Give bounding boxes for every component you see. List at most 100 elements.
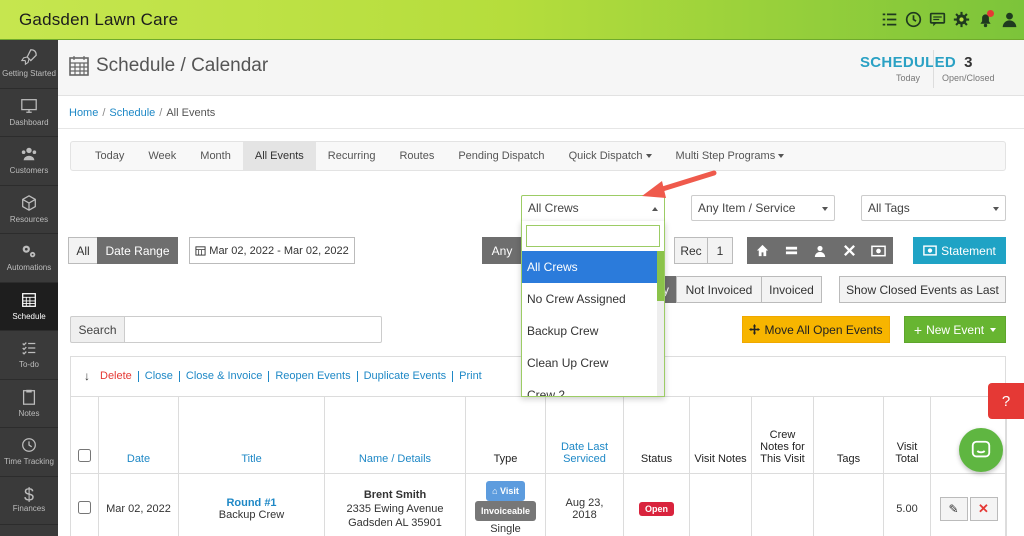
select-all-checkbox[interactable] [78,449,91,462]
sidebar-item-dashboard[interactable]: Dashboard [0,89,58,137]
select-all-cell [70,396,99,474]
live-chat-button[interactable] [959,428,1003,472]
statement-button[interactable]: Statement [913,237,1006,264]
header-visit-notes: Visit Notes [689,396,752,474]
crew-option[interactable]: Clean Up Crew [522,347,658,379]
chat-icon[interactable] [928,10,946,28]
stat-open-closed[interactable]: 3 Open/Closed [942,54,995,83]
tools-view-button[interactable] [834,237,864,264]
chevron-down-icon [645,154,652,158]
count-button[interactable]: 1 [707,237,733,264]
crew-option[interactable]: All Crews [522,251,658,283]
breadcrumb: Home / Schedule / All Events [69,107,216,119]
sidebar-item-getting-started[interactable]: Getting Started [0,40,58,89]
row-title-link[interactable]: Round #1 [179,497,324,509]
duplicate-events-action[interactable]: Duplicate Events [358,370,454,382]
help-button[interactable]: ? [988,383,1024,419]
row-checkbox[interactable] [78,500,91,514]
show-closed-last-button[interactable]: Show Closed Events as Last [839,276,1006,303]
header-title[interactable]: Title [178,396,325,474]
route-view-button[interactable] [776,237,806,264]
any-filter-button[interactable]: Any [482,237,522,264]
move-all-open-events-button[interactable]: Move All Open Events [742,316,890,343]
sidebar-item-resources[interactable]: Resources [0,186,58,234]
tab-multi-step-programs[interactable]: Multi Step Programs [664,142,797,170]
edit-button[interactable]: ✎ [939,496,968,521]
tab-week[interactable]: Week [136,142,188,170]
sidebar-item-notes[interactable]: Notes [0,380,58,428]
row-address-1: 2335 Ewing Avenue [346,502,444,515]
money-icon [870,245,886,256]
sidebar-item-time-tracking[interactable]: Time Tracking [0,428,58,477]
gear-icon[interactable] [952,10,970,28]
clock-icon[interactable] [904,10,922,28]
home-view-button[interactable] [747,237,777,264]
rec-button[interactable]: Rec [674,237,708,264]
tags-select[interactable]: All Tags [861,195,1006,221]
header-tags: Tags [813,396,884,474]
tab-pending-dispatch[interactable]: Pending Dispatch [446,142,556,170]
home-icon: ⌂ [492,485,498,496]
invoice-toggle: y Not Invoiced Invoiced [655,276,822,303]
money-view-button[interactable] [863,237,893,264]
tab-recurring[interactable]: Recurring [316,142,388,170]
row-visit-total: 5.00 [883,473,931,536]
crew-option[interactable]: Crew 2 [522,379,658,396]
sidebar-item-finances[interactable]: $ Finances [0,477,58,525]
crew-dropdown-scroll-thumb[interactable] [657,251,664,301]
sidebar-item-schedule[interactable]: Schedule [0,282,58,331]
sidebar-item-customers[interactable]: Customers [0,137,58,186]
tab-today[interactable]: Today [83,142,136,170]
crew-option[interactable]: Backup Crew [522,315,658,347]
user-view-button[interactable] [805,237,835,264]
main-content: Schedule / Calendar SCHEDULED Today 3 Op… [58,40,1024,536]
clock-icon [22,438,36,453]
tab-routes[interactable]: Routes [387,142,446,170]
tasks-icon[interactable] [880,10,898,28]
tab-month[interactable]: Month [188,142,243,170]
delete-button[interactable]: ✕ [969,496,998,521]
user-icon[interactable] [1000,10,1018,28]
new-event-button[interactable]: + New Event [904,316,1006,343]
search-input[interactable] [124,316,382,343]
header-date-last-serviced[interactable]: Date Last Serviced [545,396,624,474]
close-action[interactable]: Close [139,370,180,382]
close-invoice-action[interactable]: Close & Invoice [180,370,270,382]
breadcrumb-home[interactable]: Home [69,107,98,119]
calendar-icon [22,292,36,307]
app-title: Gadsden Lawn Care [19,10,179,29]
tab-quick-dispatch[interactable]: Quick Dispatch [557,142,664,170]
date-range-button[interactable]: Date Range [97,237,178,264]
help-icon: ? [1001,392,1011,410]
header-date[interactable]: Date [98,396,179,474]
breadcrumb-schedule[interactable]: Schedule [109,107,155,119]
crew-option[interactable]: No Crew Assigned [522,283,658,315]
monitor-icon [21,98,37,113]
header-name[interactable]: Name / Details [324,396,466,474]
gears-icon [22,245,36,258]
crew-dropdown-search[interactable] [526,225,660,247]
visit-badge: ⌂ Visit [486,480,525,501]
row-title-cell: Round #1 Backup Crew [178,473,325,536]
tab-all-events[interactable]: All Events [242,142,316,170]
money-icon [923,245,937,256]
chat-icon [971,440,991,458]
bell-icon[interactable] [976,10,994,28]
annotation-arrow-icon [642,170,717,198]
plus-icon: + [913,321,923,338]
row-last-serviced: Aug 23, 2018 [545,473,624,536]
chevron-down-icon [822,207,828,211]
sidebar-item-todo[interactable]: To-do [0,331,58,380]
not-invoiced-button[interactable]: Not Invoiced [676,276,762,303]
row-frequency: Single [490,522,521,535]
stat-divider [933,50,934,88]
delete-action[interactable]: Delete [94,370,139,382]
chevron-down-icon [778,154,785,158]
print-action[interactable]: Print [453,370,488,382]
date-mode-toggle: All Date Range [68,237,178,264]
invoiced-button[interactable]: Invoiced [761,276,822,303]
all-dates-button[interactable]: All [68,237,98,264]
reopen-events-action[interactable]: Reopen Events [269,370,358,382]
date-range-picker[interactable]: Mar 02, 2022 - Mar 02, 2022 [189,237,355,264]
sidebar-item-automations[interactable]: Automations [0,234,58,283]
